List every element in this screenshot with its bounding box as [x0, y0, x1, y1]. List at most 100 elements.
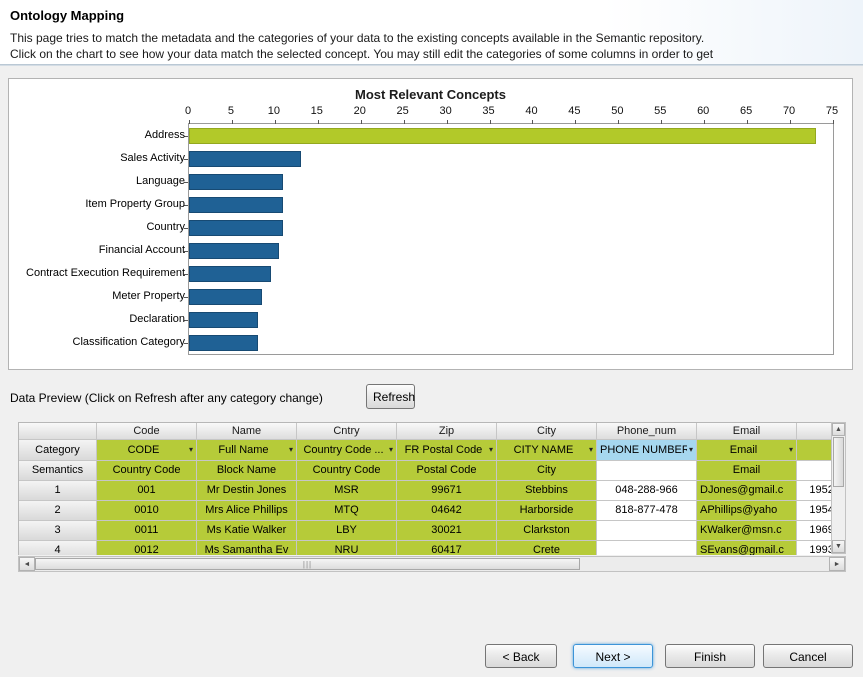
chart-bar-classification-category[interactable] — [189, 335, 258, 351]
data-preview-table: CodeNameCntryZipCityPhone_numEmailCatego… — [18, 422, 832, 555]
semantics-cell — [597, 461, 697, 481]
table-row: 40012Ms Samantha EvNRU60417CreteSEvans@g… — [19, 541, 832, 555]
data-cell: Crete — [497, 541, 597, 555]
scroll-down-icon: ▼ — [835, 543, 842, 550]
category-combo-zip[interactable]: FR Postal Code▾ — [397, 440, 497, 461]
category-combo-label: Email — [700, 440, 787, 460]
data-cell: Mr Destin Jones — [197, 481, 297, 501]
chart-plot-area[interactable] — [188, 123, 834, 355]
dropdown-arrow-icon: ▾ — [489, 440, 493, 460]
scroll-left-icon: ◄ — [24, 561, 31, 568]
x-axis-tick-mark — [618, 120, 619, 124]
data-cell — [597, 541, 697, 555]
data-cell: 0011 — [97, 521, 197, 541]
cancel-button[interactable]: Cancel — [763, 644, 853, 668]
scroll-right-button[interactable]: ► — [829, 557, 845, 571]
data-cell: 1952-0 — [797, 481, 832, 501]
x-axis-tick-label: 60 — [697, 105, 709, 117]
chart-bar-address[interactable] — [189, 128, 816, 144]
chart-bar-item-property-group[interactable] — [189, 197, 283, 213]
chart-bar-financial-account[interactable] — [189, 243, 279, 259]
description-line-1: This page tries to match the metadata an… — [10, 31, 704, 45]
chart-category-label: Language — [9, 169, 185, 192]
category-combo-phone_num[interactable]: PHONE NUMBER▾ — [597, 440, 697, 461]
semantics-cell: Block Name — [197, 461, 297, 481]
chart-category-label: Address — [9, 123, 185, 146]
row-number: 3 — [19, 521, 97, 541]
x-axis-tick-mark — [232, 120, 233, 124]
data-cell: Stebbins — [497, 481, 597, 501]
refresh-button[interactable]: Refresh — [366, 384, 415, 409]
chart-category-label: Item Property Group — [9, 192, 185, 215]
row-number: 1 — [19, 481, 97, 501]
chart-panel: Most Relevant Concepts 05101520253035404… — [8, 78, 853, 370]
chart-bar-meter-property[interactable] — [189, 289, 262, 305]
chart-category-label: Classification Category — [9, 330, 185, 353]
scroll-down-button[interactable]: ▼ — [832, 540, 845, 553]
chart-title: Most Relevant Concepts — [9, 87, 852, 102]
x-axis-tick-mark — [747, 120, 748, 124]
chart-bar-country[interactable] — [189, 220, 283, 236]
category-combo-label: CODE — [100, 440, 187, 460]
scroll-left-button[interactable]: ◄ — [19, 557, 35, 571]
row-number: 2 — [19, 501, 97, 521]
vertical-scrollbar[interactable]: ▲ ▼ — [831, 422, 846, 554]
x-axis-tick-label: 0 — [185, 105, 191, 117]
category-combo-email[interactable]: Email▾ — [697, 440, 797, 461]
column-header-zip: Zip — [397, 423, 497, 440]
scroll-up-button[interactable]: ▲ — [832, 423, 845, 436]
x-axis-tick-mark — [404, 120, 405, 124]
column-header — [797, 423, 832, 440]
x-axis-tick-label: 30 — [439, 105, 451, 117]
category-combo-cntry[interactable]: Country Code ...▾ — [297, 440, 397, 461]
back-button[interactable]: < Back — [485, 644, 557, 668]
chart-bar-language[interactable] — [189, 174, 283, 190]
dropdown-arrow-icon: ▾ — [789, 440, 793, 460]
finish-button[interactable]: Finish — [665, 644, 755, 668]
wizard-buttons: < Back Next > Finish Cancel — [485, 644, 853, 668]
semantics-cell: Email — [697, 461, 797, 481]
next-button[interactable]: Next > — [573, 644, 653, 668]
horizontal-scrollbar-thumb[interactable]: ||| — [35, 558, 580, 570]
x-axis-tick-label: 55 — [654, 105, 666, 117]
data-cell: MSR — [297, 481, 397, 501]
x-axis-tick-label: 25 — [397, 105, 409, 117]
data-cell: Harborside — [497, 501, 597, 521]
semantics-cell: Country Code — [97, 461, 197, 481]
x-axis-tick-mark — [575, 120, 576, 124]
header-separator — [0, 64, 863, 66]
x-axis-tick-mark — [361, 120, 362, 124]
data-cell: SEvans@gmail.c — [697, 541, 797, 555]
column-header-email: Email — [697, 423, 797, 440]
chart-bar-sales-activity[interactable] — [189, 151, 301, 167]
x-axis-tick-label: 20 — [354, 105, 366, 117]
x-axis-tick-label: 5 — [228, 105, 234, 117]
category-combo-extra[interactable] — [797, 440, 832, 461]
category-combo-code[interactable]: CODE▾ — [97, 440, 197, 461]
category-combo-label: PHONE NUMBER — [600, 440, 687, 460]
vertical-scrollbar-thumb[interactable] — [833, 437, 844, 487]
x-axis-tick-mark — [790, 120, 791, 124]
data-cell: NRU — [297, 541, 397, 555]
table-row: 30011Ms Katie WalkerLBY30021ClarkstonKWa… — [19, 521, 832, 541]
x-axis-tick-label: 40 — [525, 105, 537, 117]
chart-bar-contract-execution-requirement[interactable] — [189, 266, 271, 282]
semantics-cell: Country Code — [297, 461, 397, 481]
category-combo-city[interactable]: CITY NAME▾ — [497, 440, 597, 461]
chart-category-label: Declaration — [9, 307, 185, 330]
category-combo-name[interactable]: Full Name▾ — [197, 440, 297, 461]
chart-category-label: Contract Execution Requirement — [9, 261, 185, 284]
data-cell: 1993-0 — [797, 541, 832, 555]
row-number: 4 — [19, 541, 97, 555]
semantics-cell — [797, 461, 832, 481]
data-cell: 0010 — [97, 501, 197, 521]
dropdown-arrow-icon: ▾ — [289, 440, 293, 460]
data-cell: DJones@gmail.c — [697, 481, 797, 501]
data-cell: 0012 — [97, 541, 197, 555]
horizontal-scrollbar[interactable]: ◄ ||| ► — [18, 556, 846, 572]
category-row: CategoryCODE▾Full Name▾Country Code ...▾… — [19, 440, 832, 461]
data-preview-label: Data Preview (Click on Refresh after any… — [10, 391, 323, 405]
dropdown-arrow-icon: ▾ — [689, 440, 693, 460]
chart-bar-declaration[interactable] — [189, 312, 258, 328]
category-combo-label: Country Code ... — [300, 440, 387, 460]
